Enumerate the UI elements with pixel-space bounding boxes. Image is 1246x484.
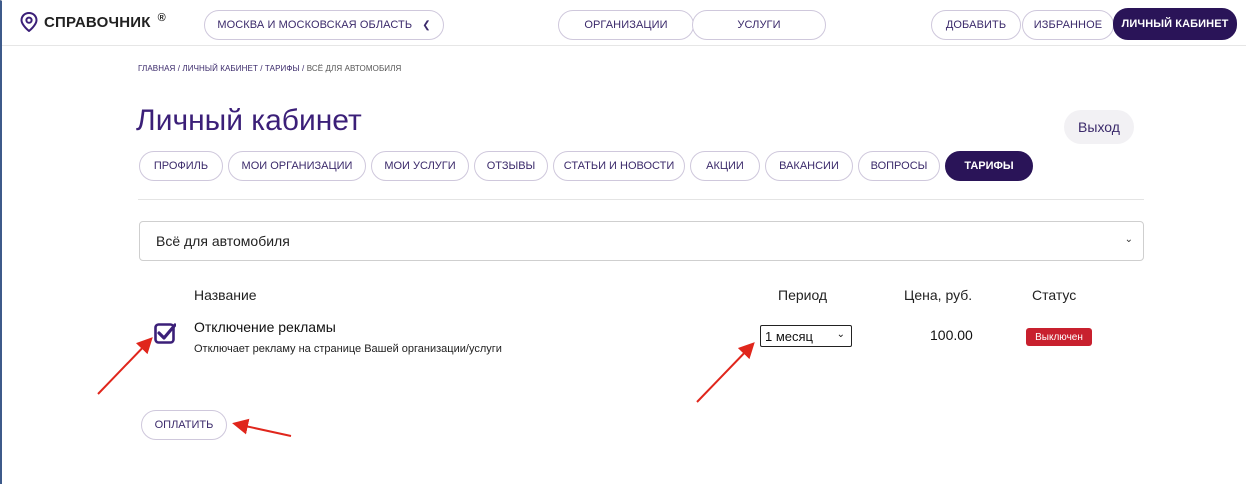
add-button[interactable]: ДОБАВИТЬ <box>931 10 1021 40</box>
location-pin-icon <box>20 12 38 32</box>
chevron-down-icon: ⌄ <box>836 329 845 340</box>
section-divider <box>138 199 1144 200</box>
category-select-value: Всё для автомобиля <box>156 233 290 249</box>
logout-button[interactable]: Выход <box>1064 110 1134 144</box>
tab-vacancies[interactable]: ВАКАНСИИ <box>765 151 853 181</box>
column-header-status: Статус <box>1032 287 1077 303</box>
status-badge: Выключен <box>1026 328 1092 346</box>
category-select[interactable]: Всё для автомобиля ⌄ <box>139 221 1144 261</box>
tab-articles-news[interactable]: СТАТЬИ И НОВОСТИ <box>553 151 685 181</box>
tab-my-organizations[interactable]: МОИ ОРГАНИЗАЦИИ <box>228 151 366 181</box>
period-select-value: 1 месяц <box>765 328 813 344</box>
tab-questions[interactable]: ВОПРОСЫ <box>858 151 940 181</box>
top-navigation: СПРАВОЧНИК ® МОСКВА И МОСКОВСКАЯ ОБЛАСТЬ … <box>2 0 1246 46</box>
checkbox-checked-icon[interactable] <box>154 322 176 344</box>
breadcrumb-tariffs[interactable]: ТАРИФЫ <box>265 64 300 73</box>
breadcrumb-separator: / <box>299 64 307 73</box>
tab-my-services[interactable]: МОИ УСЛУГИ <box>371 151 469 181</box>
logo-text: СПРАВОЧНИК <box>44 13 151 31</box>
period-select[interactable]: 1 месяц ⌄ <box>760 325 852 347</box>
breadcrumb: ГЛАВНАЯ / ЛИЧНЫЙ КАБИНЕТ / ТАРИФЫ / ВСЁ … <box>138 64 401 73</box>
tab-tariffs[interactable]: ТАРИФЫ <box>945 151 1033 181</box>
personal-cabinet-button[interactable]: ЛИЧНЫЙ КАБИНЕТ <box>1113 8 1237 40</box>
breadcrumb-current: ВСЁ ДЛЯ АВТОМОБИЛЯ <box>306 64 402 73</box>
tab-profile[interactable]: ПРОФИЛЬ <box>139 151 223 181</box>
favorites-button[interactable]: ИЗБРАННОЕ <box>1022 10 1114 40</box>
chevron-down-icon: ⌄ <box>1124 234 1133 245</box>
tariff-price: 100.00 <box>930 327 973 343</box>
tariff-name: Отключение рекламы <box>194 319 336 335</box>
nav-organizations-button[interactable]: ОРГАНИЗАЦИИ <box>558 10 694 40</box>
tab-promotions[interactable]: АКЦИИ <box>690 151 760 181</box>
column-header-period: Период <box>778 287 828 303</box>
pay-button[interactable]: ОПЛАТИТЬ <box>141 410 227 440</box>
region-label: МОСКВА И МОСКОВСКАЯ ОБЛАСТЬ <box>217 19 413 31</box>
column-header-price: Цена, руб. <box>904 287 973 303</box>
nav-services-button[interactable]: УСЛУГИ <box>692 10 826 40</box>
logo-trademark: ® <box>157 12 166 24</box>
breadcrumb-cabinet[interactable]: ЛИЧНЫЙ КАБИНЕТ <box>182 64 258 73</box>
breadcrumb-home[interactable]: ГЛАВНАЯ <box>138 64 175 73</box>
tab-reviews[interactable]: ОТЗЫВЫ <box>474 151 548 181</box>
chevron-down-icon: ❮ <box>422 19 431 31</box>
site-logo[interactable]: СПРАВОЧНИК ® <box>20 12 166 32</box>
page-title: Личный кабинет <box>136 104 362 137</box>
breadcrumb-separator: / <box>257 64 265 73</box>
tariff-description: Отключает рекламу на странице Вашей орга… <box>194 343 502 355</box>
column-header-name: Название <box>194 287 257 303</box>
region-selector[interactable]: МОСКВА И МОСКОВСКАЯ ОБЛАСТЬ ❮ <box>204 10 444 40</box>
